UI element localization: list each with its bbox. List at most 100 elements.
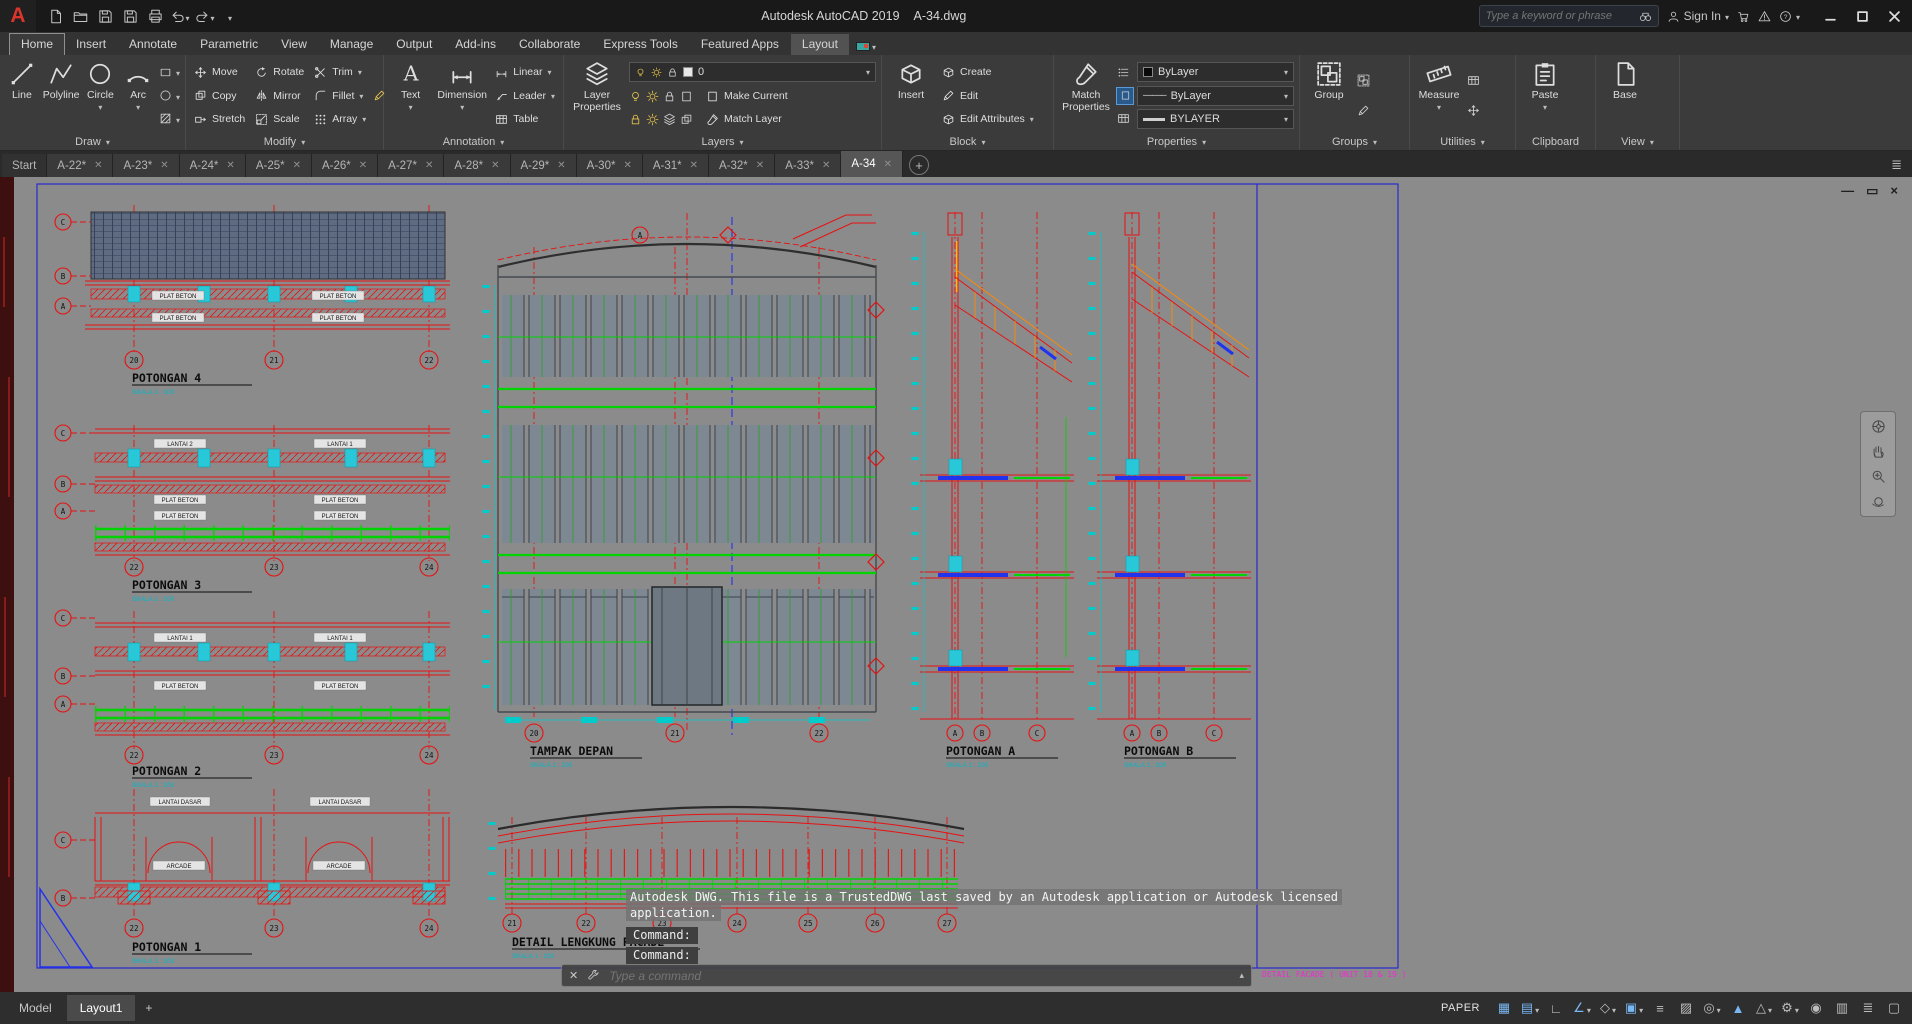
panel-layers-footer[interactable]: Layers (564, 133, 881, 150)
new-layout-button[interactable]: + (137, 995, 160, 1021)
object-color-select[interactable]: ByLayer (1137, 61, 1294, 82)
panel-block-footer[interactable]: Block (882, 133, 1053, 150)
tab-annotate[interactable]: Annotate (118, 34, 188, 55)
tab-parametric[interactable]: Parametric (189, 34, 269, 55)
file-tab-a22[interactable]: A-22* ✕ (47, 154, 114, 177)
rectangle-icon[interactable] (159, 66, 172, 79)
arc-button[interactable]: Arc (121, 58, 155, 133)
quick-properties-icon[interactable]: ▥ (1830, 996, 1854, 1020)
layer-walk-icon[interactable] (663, 113, 676, 126)
fillet-button[interactable]: Fillet (311, 86, 369, 105)
command-input[interactable] (609, 968, 1231, 983)
file-tab-a31[interactable]: A-31* ✕ (642, 154, 710, 177)
pan-icon[interactable] (1871, 444, 1886, 459)
tab-view[interactable]: View (270, 34, 318, 55)
close-icon[interactable]: ✕ (293, 160, 301, 171)
panel-groups-footer[interactable]: Groups (1300, 133, 1409, 150)
tab-express-tools[interactable]: Express Tools (592, 34, 688, 55)
layout1-tab[interactable]: Layout1 (66, 995, 136, 1021)
file-tab-a25[interactable]: A-25* ✕ (245, 154, 312, 177)
close-icon[interactable]: ✕ (359, 160, 367, 171)
lineweight-icon[interactable]: ≡ (1648, 996, 1672, 1020)
layer-properties-button[interactable]: Layer Properties (569, 58, 625, 133)
leader-button[interactable]: Leader (492, 86, 558, 105)
file-tab-a24[interactable]: A-24* ✕ (179, 154, 246, 177)
layer-off-icon[interactable] (629, 90, 642, 103)
panel-view-footer[interactable]: View (1596, 133, 1679, 150)
isodraft-icon[interactable]: ◇ (1596, 996, 1620, 1020)
help-button[interactable] (1779, 9, 1800, 23)
id-point-icon[interactable] (1467, 104, 1480, 117)
navigation-wheel-icon[interactable] (1871, 419, 1886, 434)
close-icon[interactable]: ✕ (756, 160, 764, 171)
orbit-icon[interactable] (1871, 494, 1886, 509)
panel-annotation-footer[interactable]: Annotation (384, 133, 563, 150)
save-as-button[interactable] (119, 5, 141, 27)
panel-properties-footer[interactable]: Properties (1054, 133, 1299, 150)
new-tab-button[interactable]: + (909, 155, 930, 175)
close-icon[interactable]: ✕ (226, 160, 234, 171)
drawing-canvas[interactable]: PLAT BETON PLAT BETON PLAT BETON PLAT BE… (0, 177, 1912, 992)
close-icon[interactable]: ✕ (425, 160, 433, 171)
new-drawing-button[interactable] (44, 5, 66, 27)
file-tab-a33[interactable]: A-33* ✕ (775, 154, 842, 177)
file-tab-a29[interactable]: A-29* ✕ (510, 154, 577, 177)
panel-modify-footer[interactable]: Modify (186, 133, 383, 150)
qat-customize-button[interactable] (219, 5, 241, 27)
command-line[interactable]: ✕ ▴ (561, 964, 1252, 987)
file-tab-a23[interactable]: A-23* ✕ (113, 154, 180, 177)
selection-cycling-icon[interactable]: ◎ (1700, 996, 1724, 1020)
move-button[interactable]: Move (191, 63, 248, 82)
command-customize-wrench-icon[interactable] (587, 969, 600, 982)
app-store-button[interactable] (1737, 10, 1750, 23)
copy-button[interactable]: Copy (191, 86, 248, 105)
drawing-restore-button[interactable]: ▭ (1866, 183, 1878, 199)
scale-button[interactable]: Scale (252, 110, 307, 129)
array-button[interactable]: Array (311, 110, 369, 129)
close-icon[interactable]: ✕ (690, 160, 698, 171)
layer-unlock-icon[interactable] (629, 113, 642, 126)
file-tab-start[interactable]: Start (2, 154, 48, 177)
open-button[interactable] (69, 5, 91, 27)
file-tabs-menu[interactable]: ≣ (1881, 157, 1912, 177)
panel-draw-footer[interactable]: Draw (0, 133, 185, 150)
plot-button[interactable] (144, 5, 166, 27)
ribbon-display-toggle[interactable] (855, 37, 876, 55)
layer-sheet-icon[interactable] (680, 90, 693, 103)
layer-freeze-tool-icon[interactable] (663, 90, 676, 103)
close-icon[interactable]: ✕ (623, 160, 631, 171)
ellipse-icon[interactable] (159, 89, 172, 102)
insert-block-button[interactable]: Insert (887, 58, 935, 133)
line-button[interactable]: Line (5, 58, 39, 133)
mirror-button[interactable]: Mirror (252, 86, 307, 105)
annotation-visibility-icon[interactable]: ▲ (1726, 996, 1750, 1020)
redo-button[interactable] (194, 5, 216, 27)
list-icon[interactable] (1117, 66, 1130, 79)
tab-home[interactable]: Home (8, 33, 66, 56)
circle-button[interactable]: Circle (84, 58, 118, 133)
base-view-button[interactable]: Base (1601, 58, 1649, 133)
undo-button[interactable] (169, 5, 191, 27)
clean-screen-icon[interactable]: ▢ (1882, 996, 1906, 1020)
ungroup-icon[interactable] (1357, 74, 1370, 87)
rotate-button[interactable]: Rotate (252, 63, 307, 82)
grid-icon[interactable]: ▦ (1492, 996, 1516, 1020)
snap-icon[interactable]: ▤ (1518, 996, 1542, 1020)
tab-insert[interactable]: Insert (65, 34, 117, 55)
panel-utilities-footer[interactable]: Utilities (1410, 133, 1515, 150)
text-button[interactable]: Text (389, 58, 432, 133)
layer-merge-icon[interactable] (680, 113, 693, 126)
stretch-button[interactable]: Stretch (191, 110, 248, 129)
transparency-icon[interactable]: ▨ (1674, 996, 1698, 1020)
match-properties-button[interactable]: Match Properties (1059, 58, 1113, 133)
create-block-button[interactable]: Create (939, 63, 1037, 82)
trim-button[interactable]: Trim (311, 63, 369, 82)
file-tab-a32[interactable]: A-32* ✕ (709, 154, 776, 177)
polyline-button[interactable]: Polyline (43, 58, 80, 133)
workspace-icon[interactable]: ⚙ (1778, 996, 1802, 1020)
table-button[interactable]: Table (492, 110, 558, 129)
transparency-toggle[interactable] (1116, 86, 1134, 105)
hatch-icon[interactable] (159, 112, 172, 125)
close-icon[interactable]: ✕ (884, 159, 892, 170)
tab-output[interactable]: Output (385, 34, 443, 55)
